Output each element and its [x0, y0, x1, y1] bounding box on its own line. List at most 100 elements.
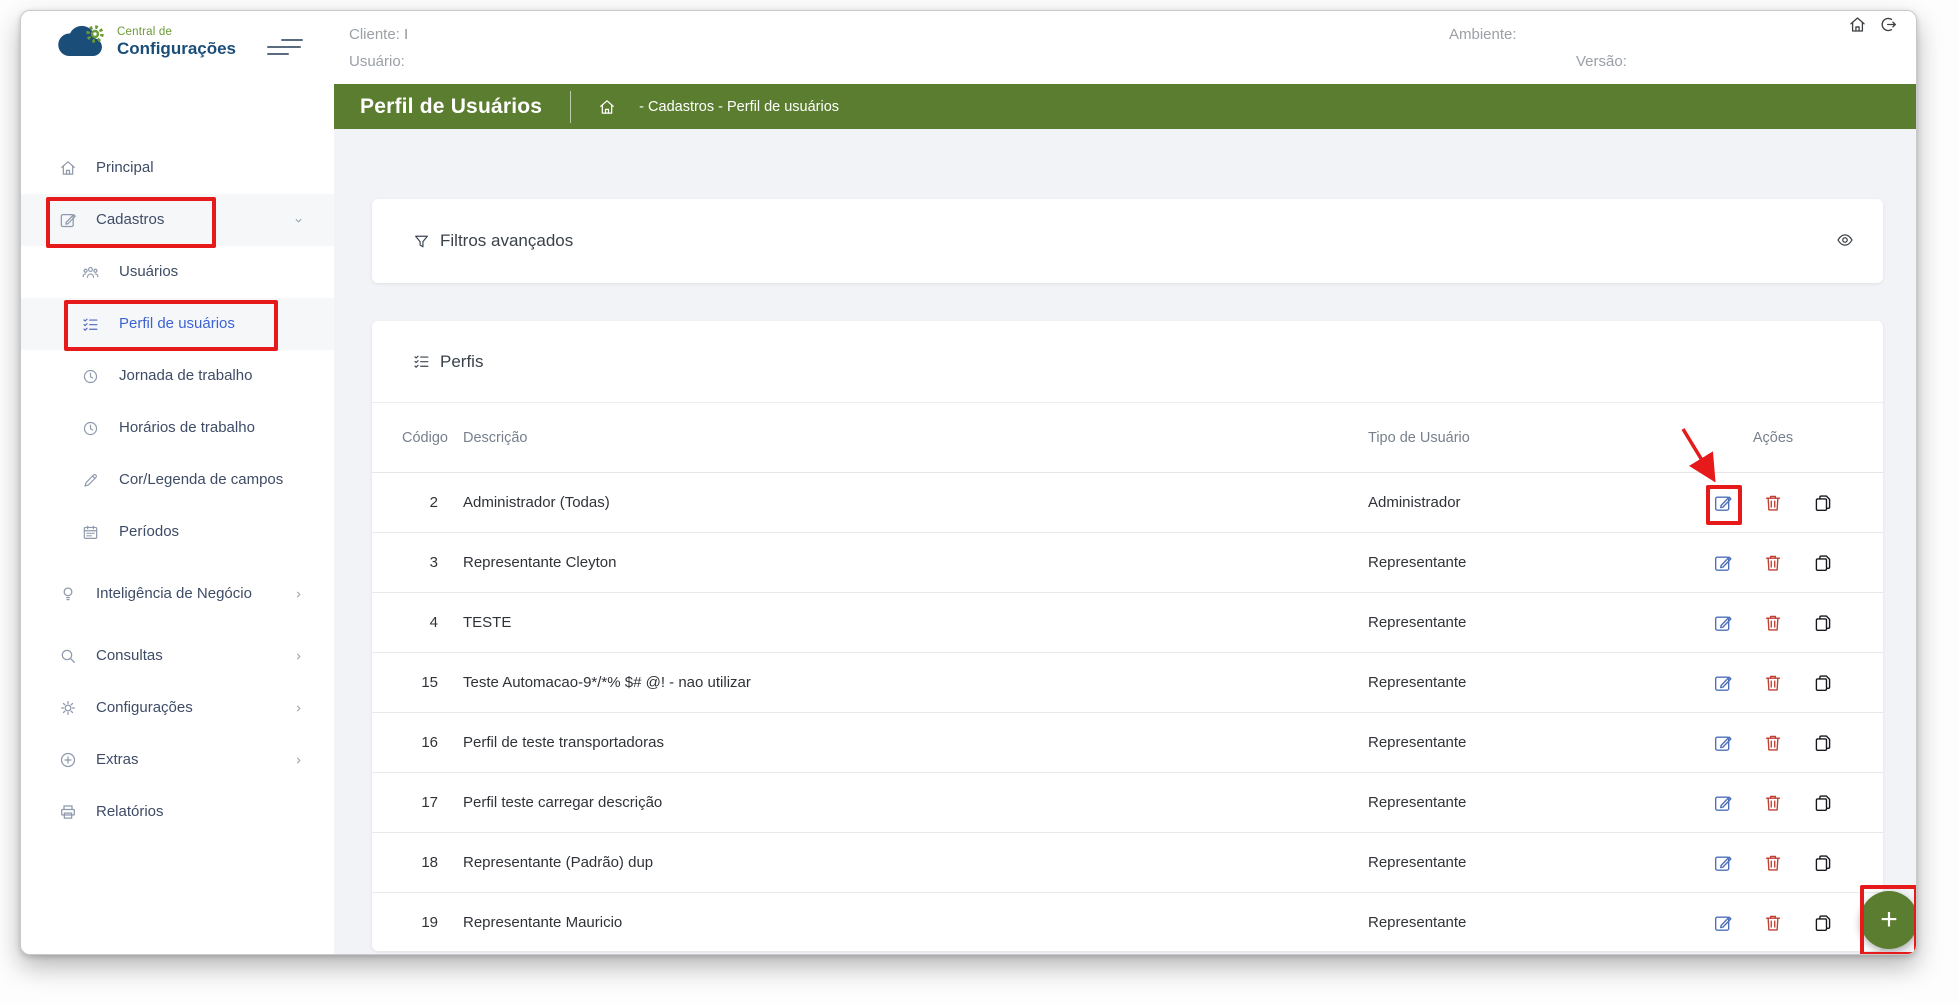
version-field: Versão:	[1576, 53, 1627, 70]
row-actions	[1693, 912, 1853, 934]
sidebar-item-periodos[interactable]: Períodos	[21, 506, 334, 558]
sidebar-item-label: Principal	[96, 158, 154, 178]
sidebar-item-label: Usuários	[119, 262, 178, 282]
home-icon	[58, 158, 78, 178]
sidebar-item-cadastros[interactable]: Cadastros	[21, 194, 334, 246]
cell-code: 3	[402, 554, 438, 571]
cell-code: 18	[402, 854, 438, 871]
advanced-filters-panel[interactable]: Filtros avançados	[372, 199, 1883, 283]
column-header-codigo: Código	[402, 430, 438, 446]
logo-text: Central de Configurações	[117, 26, 236, 59]
table-row: 17 Perfil teste carregar descrição Repre…	[372, 773, 1883, 833]
sidebar-item-horarios-de-trabalho[interactable]: Horários de trabalho	[21, 402, 334, 454]
duplicate-button[interactable]	[1812, 612, 1834, 634]
table-header-row: Código Descrição Tipo de Usuário Ações	[372, 403, 1883, 473]
duplicate-button[interactable]	[1812, 552, 1834, 574]
hamburger-icon	[281, 39, 303, 41]
edit-button[interactable]	[1712, 912, 1734, 934]
sidebar-item-configuracoes[interactable]: Configurações	[21, 682, 334, 734]
sidebar-item-principal[interactable]: Principal	[21, 142, 334, 194]
add-profile-fab[interactable]: +	[1860, 891, 1917, 949]
plus-circle-icon	[58, 750, 78, 770]
cell-type: Representante	[1368, 914, 1668, 931]
duplicate-button[interactable]	[1812, 792, 1834, 814]
delete-button[interactable]	[1762, 672, 1784, 694]
edit-button[interactable]	[1712, 612, 1734, 634]
table-row: 16 Perfil de teste transportadoras Repre…	[372, 713, 1883, 773]
duplicate-button[interactable]	[1812, 852, 1834, 874]
delete-button[interactable]	[1762, 852, 1784, 874]
table-row: 2 Administrador (Todas) Administrador	[372, 473, 1883, 533]
cell-type: Representante	[1368, 674, 1668, 691]
delete-button[interactable]	[1762, 612, 1784, 634]
edit-button[interactable]	[1712, 732, 1734, 754]
sidebar-item-label: Extras	[96, 750, 139, 770]
sidebar-item-cor-legenda-de-campos[interactable]: Cor/Legenda de campos	[21, 454, 334, 506]
row-actions	[1693, 732, 1853, 754]
sidebar-item-jornada-de-trabalho[interactable]: Jornada de trabalho	[21, 350, 334, 402]
profiles-panel-header: Perfis	[372, 321, 1883, 403]
pen-icon	[81, 471, 100, 490]
row-actions	[1693, 492, 1853, 514]
sidebar-item-consultas[interactable]: Consultas	[21, 630, 334, 682]
cell-type: Representante	[1368, 794, 1668, 811]
sidebar: Principal Cadastros Usuários Perfil de u…	[21, 84, 334, 954]
edit-icon	[1712, 912, 1734, 934]
delete-button[interactable]	[1762, 492, 1784, 514]
cell-description: TESTE	[463, 614, 1343, 631]
edit-button[interactable]	[1712, 792, 1734, 814]
cell-description: Perfil teste carregar descrição	[463, 794, 1343, 811]
copy-icon	[1812, 672, 1834, 694]
edit-icon	[1712, 612, 1734, 634]
table-row: 15 Teste Automacao-9*/*% $# @! - nao uti…	[372, 653, 1883, 713]
cell-description: Perfil de teste transportadoras	[463, 734, 1343, 751]
edit-icon	[1712, 852, 1734, 874]
page-title: Perfil de Usuários	[360, 95, 542, 119]
logo-line2: Configurações	[117, 39, 236, 59]
copy-icon	[1812, 552, 1834, 574]
delete-button[interactable]	[1762, 912, 1784, 934]
sidebar-item-label: Consultas	[96, 646, 163, 666]
home-button[interactable]	[1845, 14, 1869, 38]
sidebar-item-relatorios[interactable]: Relatórios	[21, 786, 334, 838]
duplicate-button[interactable]	[1812, 672, 1834, 694]
cell-description: Teste Automacao-9*/*% $# @! - nao utiliz…	[463, 674, 1343, 691]
copy-icon	[1812, 852, 1834, 874]
edit-icon	[1712, 672, 1734, 694]
sidebar-item-inteligencia-de-negocio[interactable]: Inteligência de Negócio	[21, 558, 334, 630]
duplicate-button[interactable]	[1812, 732, 1834, 754]
edit-button[interactable]	[1712, 552, 1734, 574]
toggle-visibility-button[interactable]	[1833, 229, 1857, 253]
duplicate-button[interactable]	[1812, 492, 1834, 514]
main-content: Filtros avançados Perfis Código Descriçã…	[334, 129, 1916, 954]
logout-button[interactable]	[1876, 14, 1900, 38]
cell-type: Representante	[1368, 614, 1668, 631]
breadcrumb-home-icon[interactable]	[597, 97, 617, 117]
cell-description: Representante Mauricio	[463, 914, 1343, 931]
sidebar-item-label: Configurações	[96, 698, 193, 718]
trash-icon	[1762, 672, 1784, 694]
cell-type: Representante	[1368, 734, 1668, 751]
chevron-right-icon	[291, 701, 306, 716]
sidebar-item-label: Períodos	[119, 522, 179, 542]
edit-button[interactable]	[1712, 492, 1734, 514]
sidebar-item-extras[interactable]: Extras	[21, 734, 334, 786]
sidebar-item-usuarios[interactable]: Usuários	[21, 246, 334, 298]
checklist-icon	[412, 352, 431, 371]
copy-icon	[1812, 732, 1834, 754]
row-actions	[1693, 672, 1853, 694]
delete-button[interactable]	[1762, 792, 1784, 814]
version-label: Versão:	[1576, 53, 1627, 70]
edit-button[interactable]	[1712, 672, 1734, 694]
delete-button[interactable]	[1762, 732, 1784, 754]
trash-icon	[1762, 492, 1784, 514]
edit-button[interactable]	[1712, 852, 1734, 874]
trash-icon	[1762, 612, 1784, 634]
delete-button[interactable]	[1762, 552, 1784, 574]
sidebar-item-perfil-de-usuarios[interactable]: Perfil de usuários	[21, 298, 334, 350]
trash-icon	[1762, 852, 1784, 874]
cell-code: 17	[402, 794, 438, 811]
duplicate-button[interactable]	[1812, 912, 1834, 934]
chevron-right-icon	[291, 587, 306, 602]
menu-toggle-button[interactable]	[267, 37, 303, 57]
